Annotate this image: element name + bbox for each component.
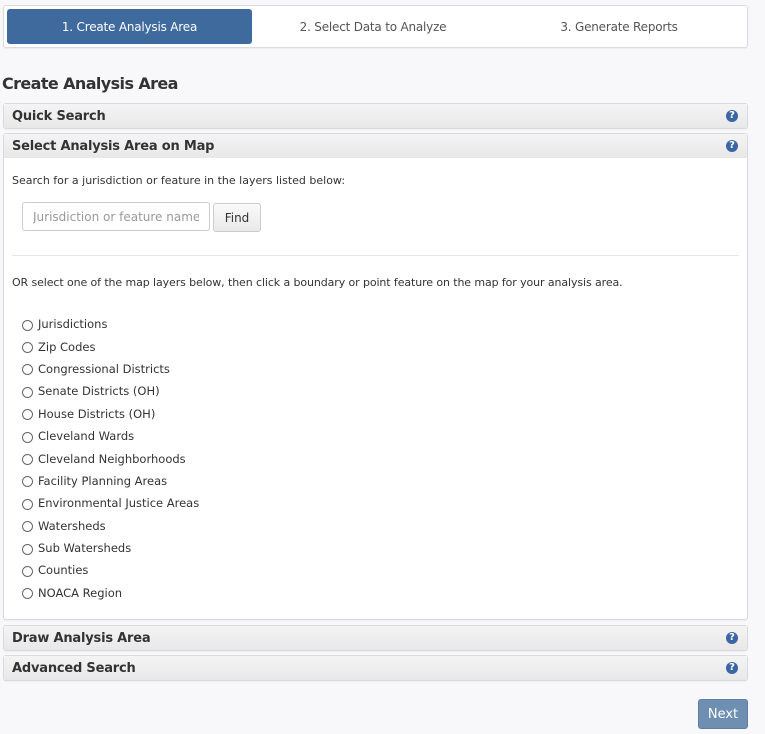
page-title: Create Analysis Area	[2, 74, 178, 93]
layer-label: House Districts (OH)	[38, 406, 156, 421]
layer-option[interactable]: Environmental Justice Areas	[22, 492, 199, 514]
layer-label: Jurisdictions	[38, 317, 108, 332]
step-generate-reports[interactable]: 3. Generate Reports	[494, 9, 744, 44]
question-circle-icon[interactable]: ?	[726, 662, 738, 674]
layer-label: Facility Planning Areas	[38, 473, 168, 488]
radio-button[interactable]	[22, 386, 33, 398]
step-create-analysis-area[interactable]: 1. Create Analysis Area	[7, 9, 252, 44]
layer-label: Environmental Justice Areas	[38, 496, 200, 511]
panel-select-on-map: Select Analysis Area on Map ? Search for…	[3, 133, 748, 620]
radio-button[interactable]	[22, 364, 33, 376]
find-button[interactable]: Find	[213, 203, 261, 232]
radio-button[interactable]	[22, 588, 33, 600]
panel-header-draw-area[interactable]: Draw Analysis Area ?	[4, 626, 747, 650]
panel-draw-area: Draw Analysis Area ?	[3, 625, 748, 651]
layer-option[interactable]: NOACA Region	[22, 582, 199, 604]
layer-label: Senate Districts (OH)	[38, 384, 160, 399]
layer-option[interactable]: Watersheds	[22, 515, 199, 537]
panel-quick-search: Quick Search ?	[3, 103, 748, 129]
layer-option[interactable]: Counties	[22, 559, 199, 581]
panel-header-quick-search[interactable]: Quick Search ?	[4, 104, 747, 128]
panel-header-advanced-search[interactable]: Advanced Search ?	[4, 656, 747, 680]
radio-button[interactable]	[22, 342, 33, 354]
radio-button[interactable]	[22, 409, 33, 421]
panel-title: Advanced Search	[12, 660, 136, 676]
layer-label: Zip Codes	[38, 339, 96, 354]
radio-button[interactable]	[22, 498, 33, 510]
layer-label: Cleveland Wards	[38, 429, 135, 444]
search-intro-text: Search for a jurisdiction or feature in …	[12, 174, 346, 187]
next-button[interactable]: Next	[698, 699, 748, 729]
layer-label: Sub Watersheds	[38, 541, 132, 556]
panel-title: Quick Search	[12, 108, 106, 124]
layer-option[interactable]: Jurisdictions	[22, 313, 199, 335]
layer-option[interactable]: Facility Planning Areas	[22, 470, 199, 492]
question-circle-icon[interactable]: ?	[726, 110, 738, 122]
radio-button[interactable]	[22, 431, 33, 443]
wizard-steps: 1. Create Analysis Area 2. Select Data t…	[3, 5, 748, 48]
layer-label: Counties	[38, 563, 89, 578]
radio-button[interactable]	[22, 565, 33, 577]
step-select-data[interactable]: 2. Select Data to Analyze	[252, 9, 494, 44]
radio-button[interactable]	[22, 319, 33, 331]
panel-header-select-on-map[interactable]: Select Analysis Area on Map ?	[4, 134, 747, 158]
layer-label: Cleveland Neighborhoods	[38, 451, 186, 466]
layer-option[interactable]: Sub Watersheds	[22, 537, 199, 559]
layer-option[interactable]: House Districts (OH)	[22, 403, 199, 425]
layer-label: NOACA Region	[38, 585, 123, 600]
layer-option[interactable]: Cleveland Neighborhoods	[22, 447, 199, 469]
radio-button[interactable]	[22, 454, 33, 466]
panel-advanced-search: Advanced Search ?	[3, 655, 748, 681]
radio-button[interactable]	[22, 476, 33, 488]
divider	[12, 255, 739, 256]
or-select-layer-text: OR select one of the map layers below, t…	[12, 276, 623, 289]
question-circle-icon[interactable]: ?	[726, 632, 738, 644]
layer-option[interactable]: Senate Districts (OH)	[22, 380, 199, 402]
layer-option[interactable]: Cleveland Wards	[22, 425, 199, 447]
radio-button[interactable]	[22, 543, 33, 555]
panel-title: Select Analysis Area on Map	[12, 138, 215, 154]
panel-title: Draw Analysis Area	[12, 630, 151, 646]
layer-option[interactable]: Zip Codes	[22, 335, 199, 357]
layer-label: Watersheds	[38, 518, 106, 533]
layer-option[interactable]: Congressional Districts	[22, 358, 199, 380]
jurisdiction-search-input[interactable]	[22, 202, 210, 231]
layer-label: Congressional Districts	[38, 361, 170, 376]
map-layer-list: Jurisdictions Zip Codes Congressional Di…	[22, 313, 199, 604]
radio-button[interactable]	[22, 521, 33, 533]
question-circle-icon[interactable]: ?	[726, 140, 738, 152]
